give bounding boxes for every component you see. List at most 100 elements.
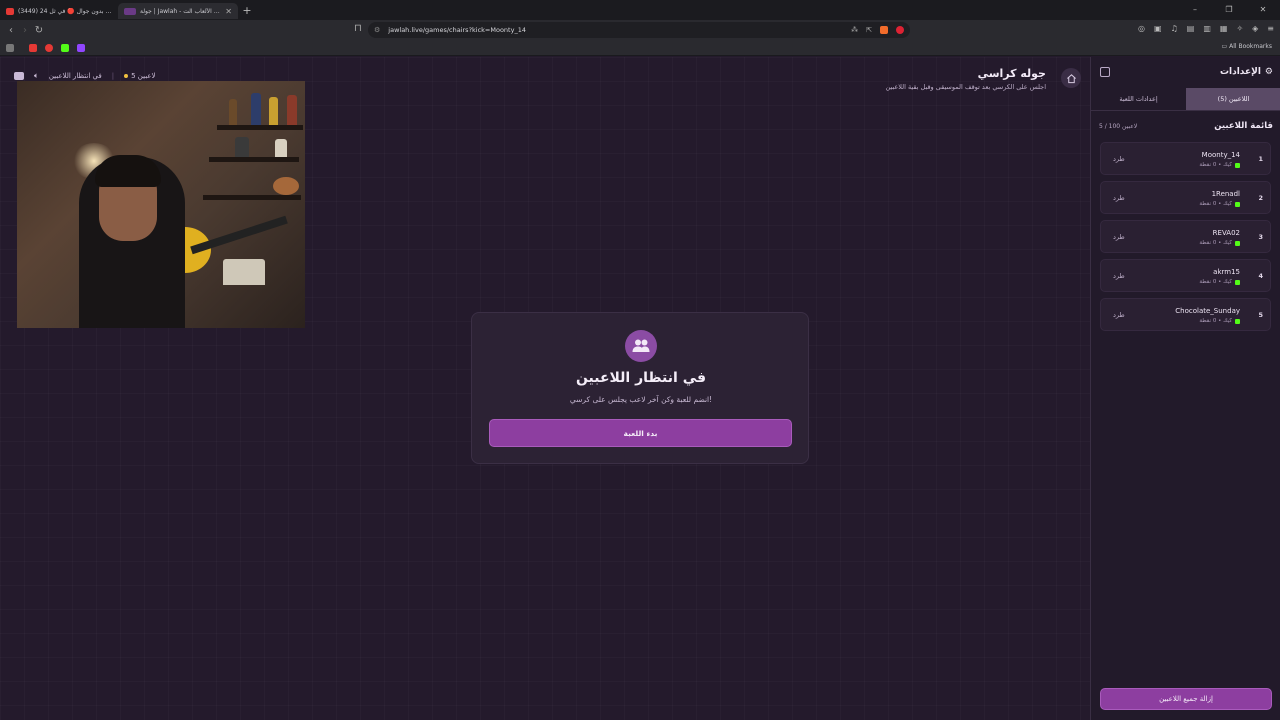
gear-icon: ⚙ [1264, 67, 1273, 77]
collapse-panel-icon[interactable] [1100, 67, 1110, 77]
url-bar[interactable]: ⚙ jawlah.live/games/chairs?kick=Moonty_1… [368, 22, 910, 38]
brave-rewards-icon[interactable] [896, 26, 904, 34]
page-subtitle: اجلس على الكرسي بعد توقف الموسيقى وقبل ب… [885, 83, 1046, 91]
screenshot-icon[interactable]: ▣ [1154, 24, 1162, 33]
player-meta: كيك • 0 نقطة [1199, 201, 1240, 207]
tab-label: إعدادات اللعبة [1119, 95, 1158, 103]
kick-icon [1235, 318, 1240, 324]
shelf [217, 125, 303, 130]
bookmark-icon[interactable]: ⊓ [354, 23, 362, 34]
share-icon[interactable]: ⇱ [866, 26, 872, 34]
start-game-button[interactable]: بدء اللعبة [489, 419, 792, 447]
leo-icon[interactable]: ✧ [1236, 24, 1243, 33]
player-name: Chocolate_Sunday [1175, 307, 1240, 315]
forward-icon[interactable]: › [18, 25, 32, 36]
player-rank: 1 [1258, 155, 1263, 163]
figurine [229, 99, 237, 125]
home-button[interactable] [1061, 68, 1081, 88]
waiting-subtitle: انضم للعبة وكن آخر لاعب يجلس على كرسي! [569, 395, 713, 404]
player-meta: كيك • 0 نقطة [1199, 162, 1240, 168]
kick-player-button[interactable]: طرد [1113, 194, 1125, 202]
window-controls: – ❐ ✕ [1178, 0, 1280, 20]
remove-all-players-button[interactable]: إزالة جميع اللاعبين [1100, 688, 1272, 710]
game-header: جوله كراسي اجلس على الكرسي بعد توقف المو… [885, 67, 1046, 91]
reader-icon[interactable]: ▤ [1187, 24, 1195, 33]
tab-title: (3449) 24 ساعه بدون جوال 🔴 في ثل... [18, 7, 112, 15]
minimize-icon[interactable]: – [1178, 0, 1212, 20]
browser-tab-youtube[interactable]: (3449) 24 ساعه بدون جوال 🔴 في ثل... [0, 3, 118, 19]
reload-icon[interactable]: ↻ [32, 25, 46, 36]
wallet-icon[interactable]: ▦ [1220, 24, 1228, 33]
sound-icon[interactable]: 🔈︎ [34, 71, 39, 81]
panel-tabs: إعدادات اللعبة اللاعبين (5) [1091, 88, 1280, 111]
settings-panel: الإعدادات ⚙ إعدادات اللعبة اللاعبين (5) … [1090, 57, 1280, 720]
player-meta: كيك • 0 نقطة [1199, 318, 1240, 324]
new-tab-button[interactable]: + [238, 4, 256, 17]
kick-player-button[interactable]: طرد [1113, 233, 1125, 241]
tab-players[interactable]: اللاعبين (5) [1186, 88, 1280, 110]
all-bookmarks[interactable]: ▭ All Bookmarks [1222, 43, 1272, 50]
game-page: 🔈︎ في انتظار اللاعبين | 5 لاعبين جوله كر… [0, 57, 1280, 720]
status-bar: 🔈︎ في انتظار اللاعبين | 5 لاعبين [14, 71, 155, 81]
player-row: طرد Chocolate_Sunday كيك • 0 نقطة 5 [1100, 298, 1271, 331]
extension-icon[interactable]: ◎ [1138, 24, 1145, 33]
youtube-icon [6, 7, 14, 15]
kick-icon [1235, 201, 1240, 207]
player-meta-text: كيك • 0 نقطة [1199, 318, 1232, 324]
kick-player-button[interactable]: طرد [1113, 311, 1125, 319]
player-row: طرد REVA02 كيك • 0 نقطة 3 [1100, 220, 1271, 253]
guitar [273, 177, 299, 195]
tab-game-settings[interactable]: إعدادات اللعبة [1091, 88, 1186, 110]
music-icon[interactable]: ♫ [1171, 24, 1178, 33]
player-meta-text: كيك • 0 نقطة [1199, 240, 1232, 246]
address-toolbar: ‹ › ↻ ⊓ ⚙ jawlah.live/games/chairs?kick=… [0, 20, 1280, 40]
waiting-title: في انتظار اللاعبين [575, 370, 707, 386]
vpn-icon[interactable]: ◈ [1252, 24, 1258, 33]
player-name: akrm15 [1213, 268, 1240, 276]
panel-title-text: الإعدادات [1219, 67, 1261, 77]
kick-player-button[interactable]: طرد [1113, 272, 1125, 280]
player-name: Moonty_14 [1201, 151, 1240, 159]
player-rank: 5 [1258, 311, 1263, 319]
close-tab-icon[interactable]: ✕ [225, 7, 232, 16]
player-row: طرد Moonty_14 كيك • 0 نقطة 1 [1100, 142, 1271, 175]
close-window-icon[interactable]: ✕ [1246, 0, 1280, 20]
translate-icon[interactable]: ⁂ [851, 26, 858, 34]
figurine [251, 93, 261, 125]
player-count: 5 / 100 لاعبين [1099, 123, 1138, 130]
figurine [269, 97, 278, 125]
player-count-text: 5 لاعبين [131, 72, 156, 80]
player-row: طرد 1Renadl كيك • 0 نقطة 2 [1100, 181, 1271, 214]
game-state-text: في انتظار اللاعبين [48, 72, 102, 80]
url-text[interactable]: jawlah.live/games/chairs?kick=Moonty_14 [388, 26, 851, 34]
player-rank: 3 [1258, 233, 1263, 241]
apps-grid-icon[interactable] [6, 44, 14, 52]
kick-player-button[interactable]: طرد [1113, 155, 1125, 163]
sidebar-icon[interactable]: ▥ [1203, 24, 1211, 33]
restore-icon[interactable]: ❐ [1212, 0, 1246, 20]
bookmark-red-icon[interactable] [45, 44, 53, 52]
shelf [203, 195, 301, 200]
chat-icon[interactable] [14, 72, 24, 80]
sign [223, 259, 265, 285]
player-meta-text: كيك • 0 نقطة [1199, 201, 1232, 207]
home-icon [1066, 73, 1076, 83]
menu-icon[interactable]: ≡ [1267, 24, 1274, 33]
kick-bookmark-icon[interactable] [61, 44, 69, 52]
twitch-bookmark-icon[interactable] [77, 44, 85, 52]
player-list-header: 5 / 100 لاعبين قائمة اللاعبين [1091, 119, 1280, 133]
browser-tab-jawlah[interactable]: جولة | Jawlah - منصة الألعاب الت... ✕ [118, 3, 238, 19]
bookmarks-bar: ▭ All Bookmarks [0, 40, 1280, 56]
all-bookmarks-label: All Bookmarks [1229, 43, 1272, 50]
kick-icon [1235, 279, 1240, 285]
panel-title: الإعدادات ⚙ [1220, 67, 1273, 77]
brave-shield-icon[interactable] [880, 26, 888, 34]
player-name: REVA02 [1212, 229, 1240, 237]
back-icon[interactable]: ‹ [4, 25, 18, 36]
site-info-icon[interactable]: ⚙ [374, 26, 380, 34]
player-meta-text: كيك • 0 نقطة [1199, 162, 1232, 168]
browser-tab-bar: (3449) 24 ساعه بدون جوال 🔴 في ثل... جولة… [0, 0, 1280, 20]
toolbar-icons: ◎ ▣ ♫ ▤ ▥ ▦ ✧ ◈ ≡ [1138, 24, 1274, 33]
youtube-bookmark-icon[interactable] [29, 44, 37, 52]
figurine [287, 95, 297, 125]
